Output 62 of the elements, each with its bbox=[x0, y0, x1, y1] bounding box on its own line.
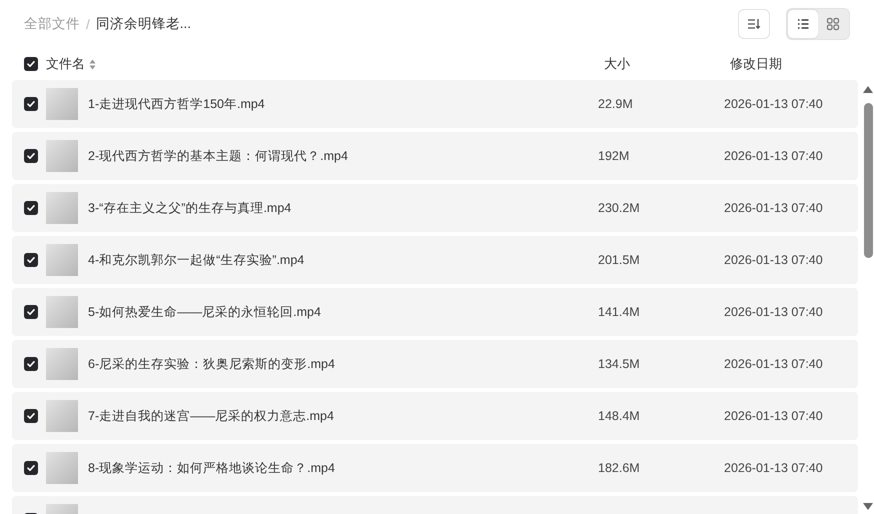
photo-placeholder bbox=[46, 296, 78, 328]
file-row[interactable]: 2-现代西方哲学的基本主题：何谓现代？.mp4 192M 2026-01-13 07:40 bbox=[12, 132, 858, 180]
modified-date: 2026-01-13 07:40 bbox=[724, 357, 823, 371]
current-folder: 同济余明锋老... bbox=[96, 15, 192, 33]
modified-date: 2026-01-13 07:40 bbox=[724, 409, 823, 423]
file-row[interactable]: 1-走进现代西方哲学150年.mp4 22.9M 2026-01-13 07:40 bbox=[12, 80, 858, 128]
sort-icon bbox=[747, 18, 761, 30]
list-view-button[interactable] bbox=[788, 10, 818, 38]
file-size: 230.2M bbox=[598, 201, 641, 215]
file-size: 134.5M bbox=[598, 357, 641, 371]
file-size: 148.4M bbox=[598, 409, 641, 423]
column-header[interactable]: 大小 bbox=[604, 55, 630, 73]
grid-icon bbox=[826, 17, 840, 31]
scroll-up-icon[interactable] bbox=[863, 86, 873, 93]
scroll-down-icon[interactable] bbox=[863, 503, 873, 510]
file-row[interactable]: 4-和克尔凯郭尔一起做“生存实验”.mp4 201.5M 2026-01-13 07:40 bbox=[12, 236, 858, 284]
file-size: 201.5M bbox=[598, 253, 641, 267]
checkbox[interactable] bbox=[24, 57, 38, 71]
checkbox[interactable] bbox=[24, 357, 38, 371]
photo-placeholder bbox=[46, 452, 78, 484]
checkbox[interactable] bbox=[24, 97, 38, 111]
file-name: 6-尼采的生存实验：狄奥尼索斯的变形.mp4 bbox=[88, 356, 336, 372]
file-size: 141.4M bbox=[598, 305, 641, 319]
modified-date: 2026-01-13 07:40 bbox=[724, 97, 823, 111]
checkbox[interactable] bbox=[24, 409, 38, 423]
column-header[interactable]: 文件名 bbox=[46, 55, 85, 73]
photo-placeholder bbox=[46, 348, 78, 380]
photo-placeholder bbox=[46, 88, 78, 120]
file-name: 3-“存在主义之父”的生存与真理.mp4 bbox=[88, 200, 292, 216]
list-icon bbox=[796, 17, 810, 31]
modified-date: 2026-01-13 07:40 bbox=[724, 305, 823, 319]
file-row[interactable]: 5-如何热爱生命——尼采的永恒轮回.mp4 141.4M 2026-01-13 07:40 bbox=[12, 288, 858, 336]
column-header[interactable]: 修改日期 bbox=[730, 55, 782, 73]
modified-date: 2026-01-13 07:40 bbox=[724, 149, 823, 163]
file-name: 8-现象学运动：如何严格地谈论生命？.mp4 bbox=[88, 460, 336, 476]
breadcrumb-separator: / bbox=[86, 16, 90, 32]
file-name: 5-如何热爱生命——尼采的永恒轮回.mp4 bbox=[88, 304, 322, 320]
file-size: 22.9M bbox=[598, 97, 634, 111]
file-size: 182.6M bbox=[598, 461, 641, 475]
photo-placeholder bbox=[46, 192, 78, 224]
photo-placeholder bbox=[46, 244, 78, 276]
file-name: 2-现代西方哲学的基本主题：何谓现代？.mp4 bbox=[88, 148, 349, 164]
file-row[interactable]: 7-走进自我的迷宫——尼采的权力意志.mp4 148.4M 2026-01-13 07:40 bbox=[12, 392, 858, 440]
checkbox[interactable] bbox=[24, 201, 38, 215]
file-name: 1-走进现代西方哲学150年.mp4 bbox=[88, 96, 266, 112]
photo-placeholder bbox=[46, 140, 78, 172]
checkbox[interactable] bbox=[24, 253, 38, 267]
modified-date: 2026-01-13 07:40 bbox=[724, 461, 823, 475]
file-size: 192M bbox=[598, 149, 630, 163]
photo-placeholder bbox=[46, 400, 78, 432]
checkbox[interactable] bbox=[24, 149, 38, 163]
file-name: 4-和克尔凯郭尔一起做“生存实验”.mp4 bbox=[88, 252, 306, 268]
sort-arrows-icon[interactable] bbox=[89, 58, 96, 70]
file-row[interactable]: 3-“存在主义之父”的生存与真理.mp4 230.2M 2026-01-13 07:40 bbox=[12, 184, 858, 232]
sort-button[interactable] bbox=[738, 9, 770, 39]
checkbox[interactable] bbox=[24, 305, 38, 319]
modified-date: 2026-01-13 07:40 bbox=[724, 253, 823, 267]
checkbox[interactable] bbox=[24, 461, 38, 475]
file-row[interactable]: 8-现象学运动：如何严格地谈论生命？.mp4 182.6M 2026-01-13 07:40 bbox=[12, 444, 858, 492]
modified-date: 2026-01-13 07:40 bbox=[724, 201, 823, 215]
file-row[interactable]: 6-尼采的生存实验：狄奥尼索斯的变形.mp4 134.5M 2026-01-13 07:40 bbox=[12, 340, 858, 388]
file-name: 7-走进自我的迷宫——尼采的权力意志.mp4 bbox=[88, 408, 335, 424]
